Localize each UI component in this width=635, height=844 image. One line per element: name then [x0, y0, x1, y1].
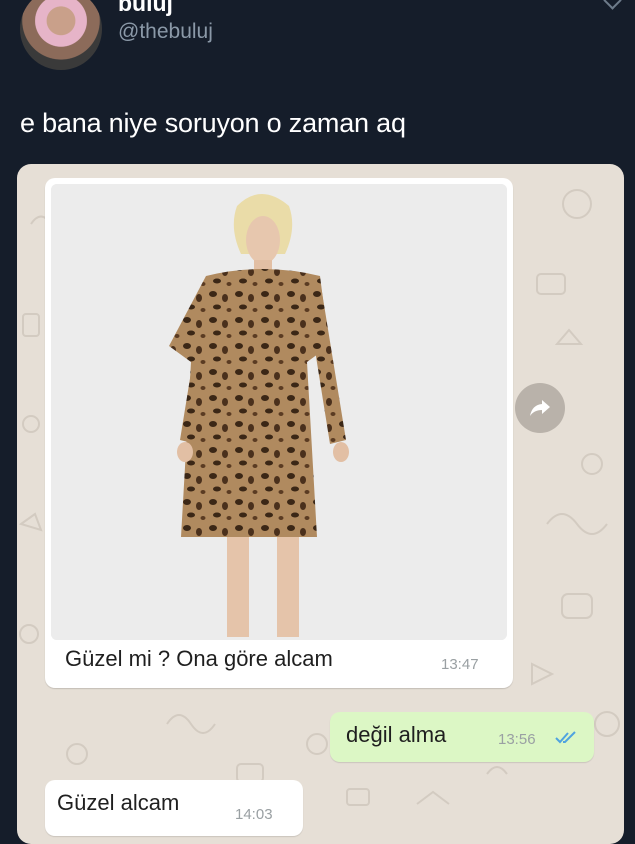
message-text: değil alma [346, 722, 447, 747]
tweet-text: e bana niye soruyon o zaman aq [20, 108, 406, 138]
message-text: Güzel alcam [57, 790, 180, 815]
incoming-message[interactable]: Güzel alcam 14:03 [45, 780, 303, 836]
message-time: 14:03 [235, 806, 273, 823]
display-name[interactable]: buluj [118, 0, 173, 17]
avatar[interactable] [20, 0, 102, 70]
tweet-header: buluj @thebuluj [0, 0, 635, 90]
leopard-dress-image [51, 184, 507, 640]
double-check-icon [555, 731, 576, 744]
forward-icon [530, 400, 550, 416]
user-handle[interactable]: @thebuluj [118, 20, 213, 44]
incoming-image-message[interactable]: Güzel mi ? Ona göre alcam 13:47 [45, 178, 513, 688]
chevron-down-icon[interactable] [603, 0, 622, 10]
outgoing-message[interactable]: değil alma 13:56 [330, 712, 594, 762]
forward-button[interactable] [515, 383, 565, 433]
message-time: 13:47 [441, 656, 479, 673]
dress-photo[interactable] [51, 184, 507, 640]
chat-screenshot: Güzel mi ? Ona göre alcam 13:47 değil al… [17, 164, 624, 844]
message-time: 13:56 [498, 731, 536, 748]
message-text: Güzel mi ? Ona göre alcam [65, 646, 333, 671]
